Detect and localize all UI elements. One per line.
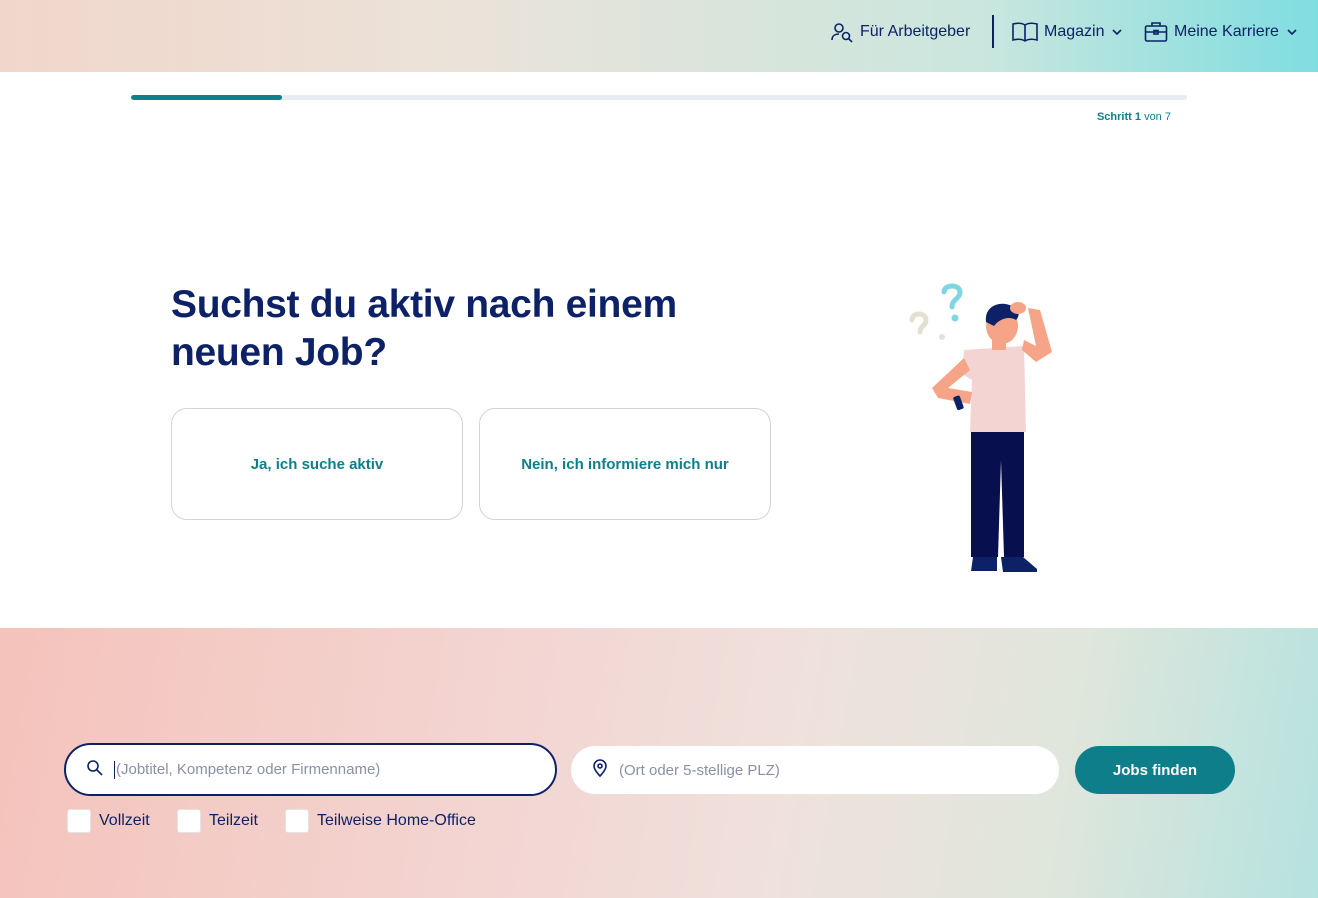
location-pin-icon xyxy=(591,759,609,781)
checkbox-box[interactable] xyxy=(177,809,201,833)
nav-career-menu[interactable]: Meine Karriere xyxy=(1144,0,1299,64)
search-icon xyxy=(86,759,104,781)
thinking-person-illustration xyxy=(900,270,1070,590)
briefcase-icon xyxy=(1144,21,1168,43)
find-jobs-button[interactable]: Jobs finden xyxy=(1075,746,1235,794)
book-icon xyxy=(1012,21,1038,43)
filter-parttime-checkbox[interactable]: Teilzeit xyxy=(177,809,258,833)
top-navigation-bar: Für Arbeitgeber Magazin Meine Karriere xyxy=(0,0,1318,72)
chevron-down-icon xyxy=(1110,27,1124,37)
answer-no-option[interactable]: Nein, ich informiere mich nur xyxy=(479,408,771,520)
filter-fulltime-label: Vollzeit xyxy=(99,812,150,829)
progress-bar xyxy=(131,95,1187,100)
progress-bar-fill xyxy=(131,95,282,100)
nav-magazine-label: Magazin xyxy=(1044,23,1105,40)
nav-divider xyxy=(992,15,994,48)
step-of-word: von xyxy=(1144,111,1162,123)
filter-fulltime-checkbox[interactable]: Vollzeit xyxy=(67,809,150,833)
user-search-icon xyxy=(830,20,854,44)
filter-parttime-label: Teilzeit xyxy=(209,812,258,829)
checkbox-box[interactable] xyxy=(285,809,309,833)
step-indicator: Schritt 1 von 7 xyxy=(1097,111,1171,123)
location-search-input[interactable] xyxy=(619,761,1019,779)
step-word: Schritt xyxy=(1096,111,1132,123)
job-search-input[interactable] xyxy=(116,761,516,778)
nav-employers-link[interactable]: Für Arbeitgeber xyxy=(830,0,970,64)
location-search-field[interactable] xyxy=(571,746,1059,794)
chevron-down-icon xyxy=(1285,27,1299,37)
checkbox-box[interactable] xyxy=(67,809,91,833)
step-current: 1 xyxy=(1134,111,1141,123)
answer-yes-option[interactable]: Ja, ich suche aktiv xyxy=(171,408,463,520)
nav-employers-label: Für Arbeitgeber xyxy=(860,23,971,40)
text-cursor xyxy=(114,760,115,779)
filter-homeoffice-label: Teilweise Home-Office xyxy=(317,812,476,829)
nav-magazine-menu[interactable]: Magazin xyxy=(1012,0,1124,64)
filter-homeoffice-checkbox[interactable]: Teilweise Home-Office xyxy=(285,809,476,833)
nav-career-label: Meine Karriere xyxy=(1174,23,1279,40)
question-title: Suchst du aktiv nach einem neuen Job? xyxy=(171,283,677,374)
job-search-field[interactable] xyxy=(64,743,557,796)
step-total: 7 xyxy=(1164,111,1171,123)
